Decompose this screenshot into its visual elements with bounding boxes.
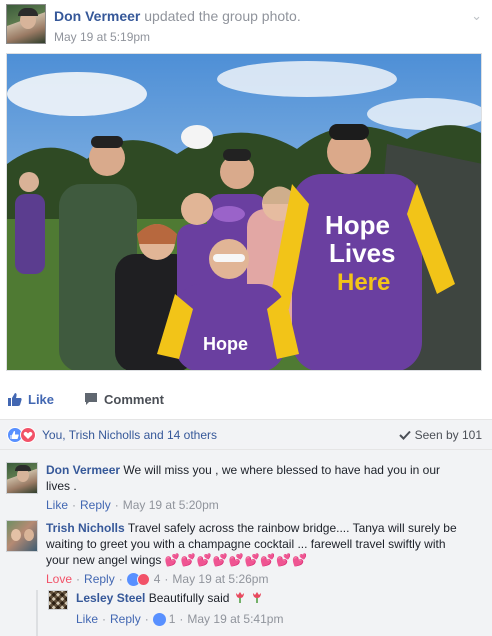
cloud <box>367 98 481 130</box>
comment-reaction-icons[interactable] <box>126 572 151 586</box>
chevron-down-icon[interactable]: ⌄ <box>471 8 482 24</box>
like-label: Like <box>28 391 55 407</box>
separator-dot: · <box>118 572 123 586</box>
avatar-cap <box>15 465 31 471</box>
comments-section: Don Vermeer We will miss you , we where … <box>0 450 492 636</box>
sunglasses <box>213 254 245 262</box>
reaction-icons[interactable] <box>7 427 39 443</box>
reactions-summary: You, Trish Nicholls and 14 others Seen b… <box>0 420 492 450</box>
author-avatar[interactable] <box>6 4 46 44</box>
person-head <box>181 193 213 225</box>
like-button[interactable]: Like <box>8 388 54 410</box>
comment-reaction-count[interactable]: 4 <box>154 572 161 586</box>
reply-reaction-count[interactable]: 1 <box>169 612 176 626</box>
post-header: Don Vermeer updated the group photo. May… <box>6 4 486 48</box>
post-author-link[interactable]: Don Vermeer <box>54 8 140 24</box>
reply-like-link[interactable]: Like <box>76 612 98 626</box>
comment-timestamp[interactable]: May 19 at 5:26pm <box>172 572 268 586</box>
post-action-text: updated the group photo. <box>144 8 301 24</box>
reaction-names-link[interactable]: You, Trish Nicholls and 14 others <box>42 428 217 442</box>
hearts-emoji: 💕💕💕💕💕💕💕💕💕 <box>164 553 309 567</box>
shirt-text-line: Hope <box>325 210 390 240</box>
tulip-icon <box>253 592 262 603</box>
commenter-avatar[interactable] <box>6 520 38 552</box>
avatar-cap <box>18 8 38 16</box>
seen-by[interactable]: Seen by 101 <box>398 428 482 442</box>
comment-timestamp[interactable]: May 19 at 5:20pm <box>123 498 219 512</box>
bunny-ears <box>181 125 213 149</box>
reply-timestamp[interactable]: May 19 at 5:41pm <box>187 612 283 626</box>
love-reaction-icon <box>136 572 150 586</box>
separator-dot: · <box>164 572 169 586</box>
replier-avatar[interactable] <box>48 590 68 610</box>
comment-reply-link[interactable]: Reply <box>80 498 111 512</box>
background-person <box>15 194 45 274</box>
person-cap <box>91 136 123 148</box>
group-photo-illustration: Hope Lives Here Hope <box>7 54 481 370</box>
reply-reply-link[interactable]: Reply <box>110 612 141 626</box>
group-photo[interactable]: Hope Lives Here Hope <box>6 53 482 371</box>
background-person-head <box>19 172 39 192</box>
reply-text: Beautifully said <box>148 591 230 605</box>
reply-body: Lesley Steel Beautifully said <box>76 590 476 606</box>
comment-item: Don Vermeer We will miss you , we where … <box>6 462 486 518</box>
post-timestamp[interactable]: May 19 at 5:19pm <box>54 30 150 44</box>
small-shirt-text: Hope <box>203 334 248 354</box>
cloud <box>7 72 147 116</box>
purple-headband <box>213 206 245 222</box>
comment-body: Trish Nicholls Travel safely across the … <box>46 520 466 568</box>
separator-dot: · <box>144 612 149 626</box>
separator-dot: · <box>76 572 81 586</box>
comment-author-link[interactable]: Don Vermeer <box>46 463 120 477</box>
comment-reply-link[interactable]: Reply <box>84 572 115 586</box>
comment-meta: Love · Reply · 4 · May 19 at 5:26pm <box>46 572 268 586</box>
shirt-text-line: Lives <box>329 238 396 268</box>
person-cap <box>223 149 251 161</box>
separator-dot: · <box>179 612 184 626</box>
post-headline: Don Vermeer updated the group photo. <box>54 8 301 24</box>
person-purple-front <box>175 284 285 370</box>
separator-dot: · <box>72 498 77 512</box>
comment-author-link[interactable]: Trish Nicholls <box>46 521 125 535</box>
reply-item: Lesley Steel Beautifully said Like · Rep… <box>48 590 488 634</box>
comment-like-link[interactable]: Like <box>46 498 68 512</box>
thumbs-up-icon <box>8 393 22 406</box>
seen-by-label: Seen by 101 <box>414 428 482 442</box>
checkmark-icon <box>398 430 411 440</box>
person-cap <box>329 124 369 140</box>
comment-item: Trish Nicholls Travel safely across the … <box>6 520 486 588</box>
comment-meta: Like · Reply · May 19 at 5:20pm <box>46 498 219 512</box>
action-bar: Like Comment <box>0 378 492 420</box>
comment-icon <box>85 393 97 405</box>
cloud <box>217 61 397 97</box>
avatar-face <box>11 529 21 541</box>
tulip-icon <box>235 592 244 603</box>
reply-author-link[interactable]: Lesley Steel <box>76 591 145 605</box>
comment-button[interactable]: Comment <box>84 388 164 410</box>
comment-love-link[interactable]: Love <box>46 572 72 586</box>
comment-body: Don Vermeer We will miss you , we where … <box>46 462 466 494</box>
reply-meta: Like · Reply · 1 · May 19 at 5:41pm <box>76 612 283 626</box>
commenter-avatar[interactable] <box>6 462 38 494</box>
comment-label: Comment <box>104 391 164 407</box>
like-reaction-icon[interactable] <box>152 612 166 626</box>
separator-dot: · <box>102 612 107 626</box>
shirt-text-line: Here <box>337 269 390 296</box>
reply-thread: Lesley Steel Beautifully said Like · Rep… <box>36 590 492 636</box>
avatar-face <box>24 529 34 541</box>
separator-dot: · <box>114 498 119 512</box>
love-reaction-icon <box>20 427 36 443</box>
